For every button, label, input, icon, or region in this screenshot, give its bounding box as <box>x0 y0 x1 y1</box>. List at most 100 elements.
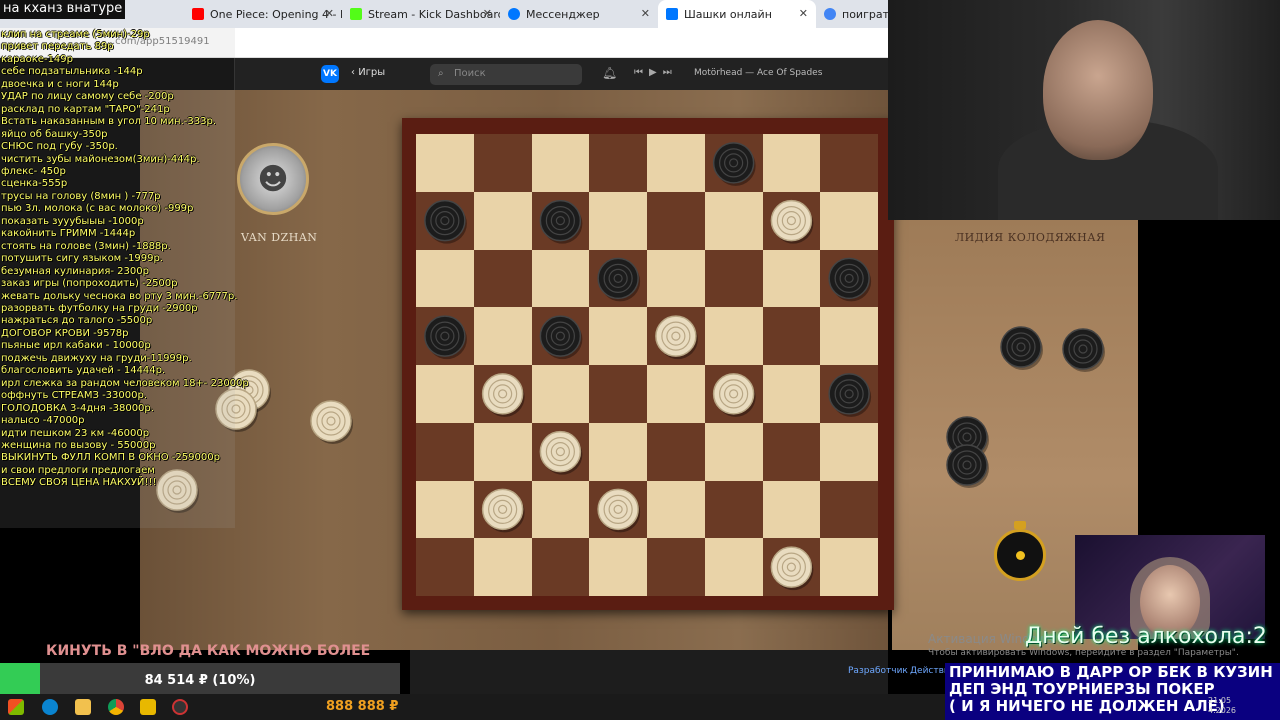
board-square[interactable] <box>473 480 532 539</box>
board-square[interactable] <box>473 249 532 308</box>
board-square[interactable] <box>647 307 705 365</box>
tab-kick-dashboard[interactable]: Stream - Kick Dashboard ✕ <box>342 0 500 28</box>
close-icon[interactable]: ✕ <box>799 7 808 20</box>
close-icon[interactable]: ✕ <box>325 7 334 20</box>
tab-one-piece[interactable]: One Piece: Opening 4 - Bon Vo ✕ <box>184 0 342 28</box>
obs-icon[interactable] <box>172 699 188 715</box>
checkers-board[interactable] <box>416 134 878 596</box>
board-square[interactable] <box>704 538 763 596</box>
board-square[interactable] <box>531 307 590 365</box>
board-square[interactable] <box>704 365 763 423</box>
board-square[interactable] <box>473 134 532 192</box>
board-square[interactable] <box>473 307 532 365</box>
board-square[interactable] <box>589 307 647 365</box>
board-square[interactable] <box>704 422 763 481</box>
windows-activation-sub: Чтобы активировать Windows, перейдите в … <box>928 648 1239 658</box>
board-square[interactable] <box>762 422 821 481</box>
board-square[interactable] <box>589 365 647 423</box>
kick-icon <box>350 8 362 20</box>
board-square[interactable] <box>647 480 705 539</box>
prev-icon[interactable]: ⏮ <box>634 67 649 78</box>
tab-messenger[interactable]: Мессенджер ✕ <box>500 0 658 28</box>
search-input[interactable]: ⌕ Поиск <box>430 64 582 85</box>
board-square[interactable] <box>416 422 474 481</box>
tab-play-games[interactable]: поиграть в иг <box>816 0 888 28</box>
board-square[interactable] <box>531 134 590 192</box>
board-square[interactable] <box>647 191 705 250</box>
vk-header: VK ‹ Игры ⌕ Поиск 🔔︎ ⏮▶⏭ Motörhead — Ace… <box>234 58 888 90</box>
board-square[interactable] <box>820 480 878 539</box>
price-list-item: караоке-149р <box>1 53 73 65</box>
board-square[interactable] <box>647 538 705 596</box>
developer-link[interactable]: Разработчик <box>848 666 908 676</box>
board-square[interactable] <box>531 365 590 423</box>
play-icon[interactable]: ▶ <box>649 67 663 78</box>
board-square[interactable] <box>589 422 647 481</box>
file-explorer-icon[interactable] <box>75 699 91 715</box>
board-square[interactable] <box>531 538 590 596</box>
board-square[interactable] <box>704 480 763 539</box>
board-square[interactable] <box>647 134 705 192</box>
clock-date: 4.2026 <box>1208 706 1236 715</box>
board-square[interactable] <box>820 191 878 250</box>
board-square[interactable] <box>589 538 647 596</box>
board-square[interactable] <box>647 365 705 423</box>
board-square[interactable] <box>704 307 763 365</box>
search-placeholder: Поиск <box>454 68 486 79</box>
board-square[interactable] <box>820 365 878 423</box>
board-square[interactable] <box>762 134 821 192</box>
games-back-link[interactable]: ‹ Игры <box>351 67 385 78</box>
price-list-item: показать зууубыыы -1000р <box>1 215 144 227</box>
board-square[interactable] <box>704 191 763 250</box>
board-square[interactable] <box>531 422 590 481</box>
board-square[interactable] <box>416 538 474 596</box>
board-square[interactable] <box>473 365 532 423</box>
tab-checkers-online[interactable]: Шашки онлайн ✕ <box>658 0 816 28</box>
app-icon[interactable] <box>140 699 156 715</box>
board-square[interactable] <box>820 538 878 596</box>
board-square[interactable] <box>589 249 647 308</box>
board-square[interactable] <box>473 422 532 481</box>
vk-logo-icon[interactable]: VK <box>321 65 339 83</box>
board-square[interactable] <box>531 480 590 539</box>
board-square[interactable] <box>416 307 474 365</box>
next-icon[interactable]: ⏭ <box>663 67 678 78</box>
board-square[interactable] <box>589 191 647 250</box>
board-square[interactable] <box>762 307 821 365</box>
board-square[interactable] <box>762 365 821 423</box>
board-square[interactable] <box>762 538 821 596</box>
board-square[interactable] <box>416 191 474 250</box>
close-icon[interactable]: ✕ <box>483 7 492 20</box>
board-square[interactable] <box>820 422 878 481</box>
edge-icon[interactable] <box>42 699 58 715</box>
board-square[interactable] <box>762 480 821 539</box>
board-square[interactable] <box>531 191 590 250</box>
board-square[interactable] <box>704 249 763 308</box>
player-controls[interactable]: ⏮▶⏭ <box>634 67 678 78</box>
board-square[interactable] <box>473 191 532 250</box>
board-square[interactable] <box>820 134 878 192</box>
board-square[interactable] <box>473 538 532 596</box>
chrome-icon[interactable] <box>108 699 124 715</box>
board-square[interactable] <box>416 365 474 423</box>
board-square[interactable] <box>762 249 821 308</box>
board-square[interactable] <box>531 249 590 308</box>
bell-icon[interactable]: 🔔︎ <box>602 66 617 80</box>
now-playing-track[interactable]: Motörhead — Ace Of Spades <box>694 68 822 78</box>
board-square[interactable] <box>416 480 474 539</box>
close-icon[interactable]: ✕ <box>641 7 650 20</box>
board-square[interactable] <box>589 480 647 539</box>
donate-banner: КИНУТЬ В "ВЛО ДА КАК МОЖНО БОЛЕЕ <box>46 643 371 659</box>
price-list-item: сценка-555р <box>1 178 68 190</box>
board-square[interactable] <box>647 422 705 481</box>
board-square[interactable] <box>647 249 705 308</box>
board-square[interactable] <box>416 134 474 192</box>
windows-start-icon[interactable] <box>8 699 24 715</box>
board-square[interactable] <box>820 249 878 308</box>
board-square[interactable] <box>416 249 474 308</box>
board-square[interactable] <box>704 134 763 192</box>
board-square[interactable] <box>820 307 878 365</box>
board-square[interactable] <box>589 134 647 192</box>
board-square[interactable] <box>762 191 821 250</box>
taskbar-clock: 21:05 4.2026 <box>1208 696 1236 716</box>
